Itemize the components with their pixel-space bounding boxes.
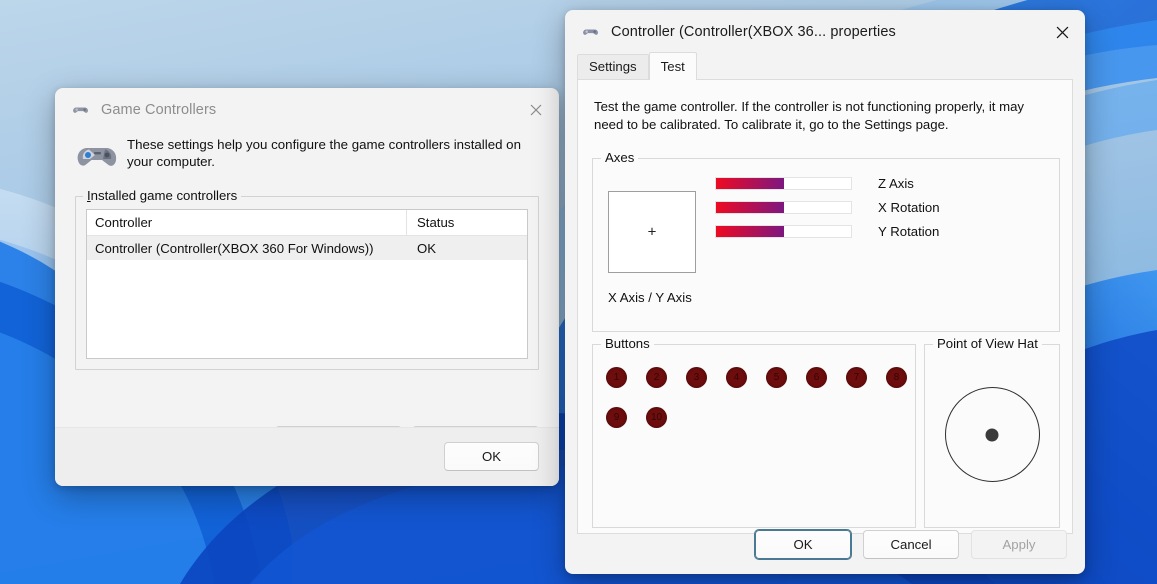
gamepad-icon — [71, 100, 91, 120]
desktop-screen: Game Controllers These settings help you… — [0, 0, 1157, 584]
ok-button[interactable]: OK — [444, 442, 539, 471]
properties-body: Settings Test Test the game controller. … — [565, 54, 1085, 534]
table-row[interactable]: Controller (Controller(XBOX 360 For Wind… — [87, 236, 527, 260]
controller-button: 8 — [886, 367, 907, 388]
xy-axis-label: X Axis / Y Axis — [608, 290, 692, 305]
ok-button[interactable]: OK — [755, 530, 851, 559]
cell-status: OK — [395, 241, 527, 256]
axis-fill — [716, 202, 784, 213]
pov-circle — [945, 387, 1040, 482]
point-of-view-hat-group: Point of View Hat — [924, 344, 1060, 528]
controller-button-label: 10 — [651, 413, 662, 423]
controller-button-label: 9 — [614, 413, 620, 423]
xy-axis-box: + — [608, 191, 696, 273]
properties-titlebar[interactable]: Controller (Controller(XBOX 36... proper… — [565, 10, 1085, 54]
axis-fill — [716, 178, 784, 189]
axes-legend: Axes — [601, 150, 638, 165]
axis-label: X Rotation — [878, 200, 940, 215]
legend-rest: nstalled game controllers — [91, 188, 238, 203]
intro-text: These settings help you configure the ga… — [127, 136, 539, 170]
controller-button: 1 — [606, 367, 627, 388]
controller-button-label: 3 — [694, 373, 700, 383]
axis-label: Z Axis — [878, 176, 914, 191]
axis-bar-list: Z Axis X Rotation Y Rotati — [715, 171, 940, 243]
intro-block: These settings help you configure the ga… — [75, 136, 539, 174]
xy-crosshair-marker: + — [648, 225, 657, 240]
game-controllers-close-button[interactable] — [513, 88, 559, 132]
controller-button: 5 — [766, 367, 787, 388]
axis-track — [715, 225, 852, 238]
game-controllers-titlebar[interactable]: Game Controllers — [55, 88, 559, 132]
controller-button: 7 — [846, 367, 867, 388]
game-controllers-body: These settings help you configure the ga… — [55, 136, 559, 370]
apply-button[interactable]: Apply — [971, 530, 1067, 559]
controller-button-label: 8 — [894, 373, 900, 383]
axis-label: Y Rotation — [878, 224, 939, 239]
controller-button: 10 — [646, 407, 667, 428]
controller-button-label: 2 — [654, 373, 660, 383]
buttons-legend: Buttons — [601, 336, 654, 351]
buttons-group: Buttons 1 2 3 4 5 6 7 8 9 10 — [592, 344, 916, 528]
axis-row: Z Axis — [715, 171, 940, 195]
tab-settings[interactable]: Settings — [577, 54, 649, 79]
gamepad-large-icon — [75, 140, 119, 174]
pov-center-dot — [986, 428, 999, 441]
column-header-controller[interactable]: Controller — [87, 215, 406, 230]
controller-button: 3 — [686, 367, 707, 388]
properties-title: Controller (Controller(XBOX 36... proper… — [611, 24, 896, 40]
pov-indicator — [925, 387, 1059, 482]
controller-properties-window[interactable]: Controller (Controller(XBOX 36... proper… — [565, 10, 1085, 574]
tab-test[interactable]: Test — [649, 52, 697, 80]
controller-button-grid: 1 2 3 4 5 6 7 8 9 10 — [606, 367, 926, 447]
column-header-status[interactable]: Status — [406, 210, 527, 235]
axis-row: Y Rotation — [715, 219, 940, 243]
listview-header: Controller Status — [87, 210, 527, 236]
axis-track — [715, 201, 852, 214]
gamepad-icon — [581, 22, 601, 42]
installed-controllers-legend: Installed game controllers — [83, 188, 241, 203]
controllers-listview[interactable]: Controller Status Controller (Controller… — [86, 209, 528, 359]
axis-fill — [716, 226, 784, 237]
game-controllers-footer: OK — [55, 427, 559, 486]
installed-controllers-group: Installed game controllers Controller St… — [75, 196, 539, 370]
game-controllers-window[interactable]: Game Controllers These settings help you… — [55, 88, 559, 486]
properties-footer: OK Cancel Apply — [565, 516, 1085, 574]
pov-legend: Point of View Hat — [933, 336, 1042, 351]
axes-group: Axes + X Axis / Y Axis Z Axis — [592, 158, 1060, 332]
properties-close-button[interactable] — [1039, 10, 1085, 54]
properties-footer-buttons: OK Cancel Apply — [755, 530, 1067, 559]
controller-button-label: 4 — [734, 373, 740, 383]
test-help-text: Test the game controller. If the control… — [594, 98, 1056, 134]
test-tab-pane: Test the game controller. If the control… — [577, 79, 1073, 534]
properties-tabstrip: Settings Test — [577, 54, 1073, 79]
cancel-button[interactable]: Cancel — [863, 530, 959, 559]
cell-controller: Controller (Controller(XBOX 360 For Wind… — [87, 241, 395, 256]
controller-button: 2 — [646, 367, 667, 388]
axis-row: X Rotation — [715, 195, 940, 219]
close-icon — [1056, 26, 1069, 39]
controller-button-label: 5 — [774, 373, 780, 383]
controller-button: 9 — [606, 407, 627, 428]
close-icon — [530, 104, 542, 116]
controller-button-label: 7 — [854, 373, 860, 383]
controller-button-label: 1 — [614, 373, 620, 383]
axis-track — [715, 177, 852, 190]
game-controllers-title: Game Controllers — [101, 102, 216, 118]
controller-button: 6 — [806, 367, 827, 388]
controller-button-label: 6 — [814, 373, 820, 383]
controller-button: 4 — [726, 367, 747, 388]
